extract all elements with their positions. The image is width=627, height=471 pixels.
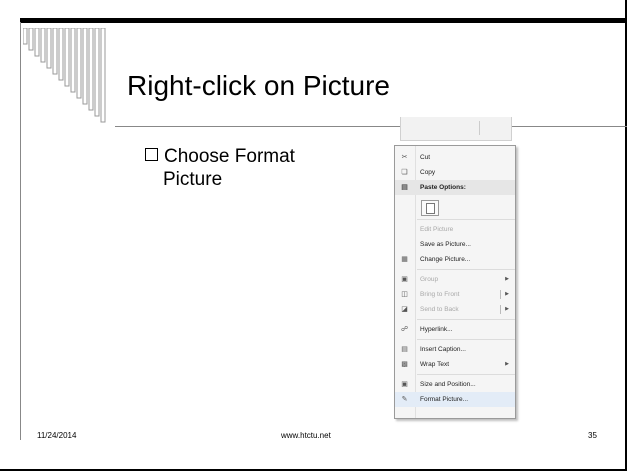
menu-item-label: Cut (420, 154, 431, 161)
slide: Right-click on Picture Choose Format Pic… (0, 0, 627, 471)
menu-item-label: Edit Picture (420, 226, 454, 233)
menu-item-label: Bring to Front (420, 291, 460, 298)
menu-item-cut[interactable]: ✂ Cut (395, 150, 515, 165)
menu-item-edit-picture: Edit Picture (395, 222, 515, 237)
change-picture-icon: ▦ (401, 256, 408, 263)
menu-item-copy[interactable]: ❏ Copy (395, 165, 515, 180)
split-button-divider (500, 305, 501, 314)
menu-item-label: Send to Back (420, 306, 459, 313)
submenu-arrow-icon: ▶ (505, 291, 509, 297)
bullet-square-icon (145, 148, 158, 161)
menu-item-group: ▣ Group ▶ (395, 272, 515, 287)
bullet-text-line1: Choose Format (164, 146, 295, 167)
slide-top-bar (20, 18, 627, 23)
split-button-divider (500, 290, 501, 299)
bullet-text-line2: Picture (163, 169, 223, 190)
bring-front-icon: ◫ (401, 291, 408, 298)
menu-item-label: Format Picture... (420, 396, 469, 403)
menu-separator (417, 319, 515, 320)
menu-item-send-to-back: ◪ Send to Back ▶ (395, 302, 515, 317)
menu-item-format-picture[interactable]: ✎ Format Picture... (395, 392, 515, 407)
submenu-arrow-icon: ▶ (505, 306, 509, 312)
footer-page-number: 35 (588, 431, 597, 440)
send-back-icon: ◪ (401, 306, 408, 313)
footer-date: 11/24/2014 (37, 431, 77, 440)
menu-header-paste-options: ▤ Paste Options: (395, 180, 515, 195)
menu-item-label: Size and Position... (420, 381, 476, 388)
menu-separator (417, 219, 515, 220)
format-picture-icon: ✎ (401, 396, 408, 403)
menu-item-label: Save as Picture... (420, 241, 471, 248)
menu-item-label: Wrap Text (420, 361, 450, 368)
size-position-icon: ▣ (401, 381, 408, 388)
menu-item-hyperlink[interactable]: ☍ Hyperlink... (395, 322, 515, 337)
wrap-text-icon: ▩ (401, 361, 408, 368)
decorative-bars-graphic (23, 28, 106, 123)
context-menu: ✂ Cut ❏ Copy ▤ Paste Options: Edit Pictu… (394, 145, 516, 419)
menu-item-wrap-text[interactable]: ▩ Wrap Text ▶ (395, 357, 515, 372)
copy-icon: ❏ (401, 169, 408, 176)
menu-item-label: Hyperlink... (420, 326, 453, 333)
bullet-item: Choose Format Picture (145, 145, 295, 191)
menu-separator (417, 374, 515, 375)
toolbar-separator (479, 121, 480, 135)
menu-item-label: Insert Caption... (420, 346, 466, 353)
menu-item-change-picture[interactable]: ▦ Change Picture... (395, 252, 515, 267)
group-icon: ▣ (401, 276, 408, 283)
menu-separator (417, 269, 515, 270)
menu-item-label: Group (420, 276, 439, 283)
submenu-arrow-icon: ▶ (505, 276, 509, 282)
menu-item-save-as-picture[interactable]: Save as Picture... (395, 237, 515, 252)
paste-icon: ▤ (401, 184, 408, 191)
menu-item-label: Paste Options: (420, 184, 466, 191)
caption-icon: ▤ (401, 346, 408, 353)
paste-option-keep-formatting-button[interactable] (421, 200, 439, 216)
menu-separator (417, 339, 515, 340)
menu-item-insert-caption[interactable]: ▤ Insert Caption... (395, 342, 515, 357)
scissors-icon: ✂ (401, 154, 408, 161)
footer-url: www.htctu.net (281, 431, 331, 440)
menu-item-size-and-position[interactable]: ▣ Size and Position... (395, 377, 515, 392)
menu-item-label: Change Picture... (420, 256, 471, 263)
submenu-arrow-icon: ▶ (505, 361, 509, 367)
menu-item-label: Copy (420, 169, 436, 176)
hyperlink-icon: ☍ (400, 326, 409, 333)
menu-item-bring-to-front: ◫ Bring to Front ▶ (395, 287, 515, 302)
context-menu-screenshot: ✂ Cut ❏ Copy ▤ Paste Options: Edit Pictu… (394, 117, 519, 419)
slide-title: Right-click on Picture (127, 70, 390, 101)
mini-toolbar-strip (400, 117, 512, 141)
title-underline-rule (115, 126, 627, 127)
slide-left-rule (20, 22, 21, 440)
